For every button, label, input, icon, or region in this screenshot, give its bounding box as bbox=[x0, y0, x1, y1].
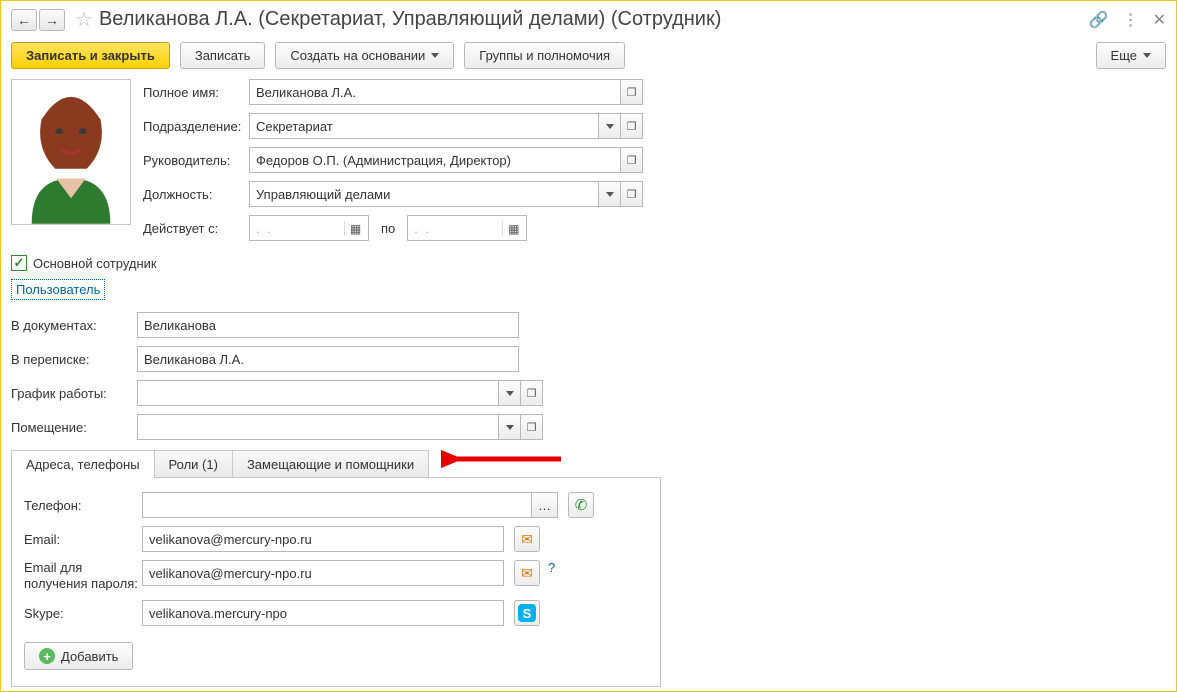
manager-input[interactable] bbox=[249, 147, 621, 173]
email-label: Email: bbox=[24, 532, 142, 547]
more-button[interactable]: Еще bbox=[1096, 42, 1166, 69]
dropdown-button[interactable] bbox=[599, 181, 621, 207]
create-from-button[interactable]: Создать на основании bbox=[275, 42, 454, 69]
chevron-down-icon bbox=[1143, 53, 1151, 58]
dropdown-button[interactable] bbox=[599, 113, 621, 139]
open-button[interactable] bbox=[621, 113, 643, 139]
avatar-placeholder-icon bbox=[12, 80, 130, 224]
date-to-value: . . bbox=[414, 221, 431, 236]
add-label: Добавить bbox=[61, 649, 118, 664]
position-label: Должность: bbox=[143, 187, 249, 202]
phone-input[interactable] bbox=[142, 492, 532, 518]
dropdown-button[interactable] bbox=[499, 380, 521, 406]
tab-addresses[interactable]: Адреса, телефоны bbox=[11, 450, 155, 478]
skype-input[interactable] bbox=[142, 600, 504, 626]
chevron-down-icon bbox=[431, 53, 439, 58]
position-input[interactable] bbox=[249, 181, 599, 207]
kebab-menu-icon[interactable]: ⋮ bbox=[1123, 10, 1139, 30]
in-correspondence-label: В переписке: bbox=[11, 352, 137, 367]
link-icon[interactable]: 🔗 bbox=[1089, 10, 1109, 30]
full-name-label: Полное имя: bbox=[143, 85, 249, 100]
close-icon[interactable]: ✕ bbox=[1153, 10, 1166, 30]
mail-icon: ✉ bbox=[521, 531, 533, 548]
date-to-input[interactable]: . . bbox=[407, 215, 527, 241]
chevron-down-icon bbox=[606, 124, 614, 129]
schedule-input[interactable] bbox=[137, 380, 499, 406]
full-name-input[interactable] bbox=[249, 79, 621, 105]
more-label: Еще bbox=[1111, 48, 1137, 63]
in-correspondence-input[interactable] bbox=[137, 346, 519, 372]
skype-icon: S bbox=[518, 604, 536, 622]
main-employee-checkbox[interactable]: ✓ bbox=[11, 255, 27, 271]
open-button[interactable] bbox=[621, 79, 643, 105]
user-link[interactable]: Пользователь bbox=[11, 279, 105, 300]
help-icon[interactable]: ? bbox=[548, 560, 555, 575]
call-button[interactable]: ✆ bbox=[568, 492, 594, 518]
plus-icon: + bbox=[39, 648, 55, 664]
dropdown-button[interactable] bbox=[499, 414, 521, 440]
create-from-label: Создать на основании bbox=[290, 48, 425, 63]
add-contact-button[interactable]: + Добавить bbox=[24, 642, 133, 670]
email-pwd-input[interactable] bbox=[142, 560, 504, 586]
room-input[interactable] bbox=[137, 414, 499, 440]
phone-more-button[interactable]: … bbox=[532, 492, 558, 518]
page-title: Великанова Л.А. (Секретариат, Управляющи… bbox=[99, 8, 721, 31]
tab-panel-addresses: Телефон: … ✆ Email: ✉ Email для получени… bbox=[11, 477, 661, 687]
tab-roles[interactable]: Роли (1) bbox=[154, 450, 233, 478]
main-employee-label: Основной сотрудник bbox=[33, 256, 157, 271]
chevron-down-icon bbox=[506, 391, 514, 396]
save-button[interactable]: Записать bbox=[180, 42, 266, 69]
room-label: Помещение: bbox=[11, 420, 137, 435]
to-label: по bbox=[381, 221, 395, 236]
department-input[interactable] bbox=[249, 113, 599, 139]
open-button[interactable] bbox=[621, 147, 643, 173]
calendar-icon[interactable] bbox=[502, 221, 526, 236]
phone-label: Телефон: bbox=[24, 498, 142, 513]
in-documents-label: В документах: bbox=[11, 318, 137, 333]
open-button[interactable] bbox=[521, 380, 543, 406]
skype-label: Skype: bbox=[24, 606, 142, 621]
send-email-pwd-button[interactable]: ✉ bbox=[514, 560, 540, 586]
schedule-label: График работы: bbox=[11, 386, 137, 401]
groups-permissions-button[interactable]: Группы и полномочия bbox=[464, 42, 625, 69]
skype-button[interactable]: S bbox=[514, 600, 540, 626]
date-from-input[interactable]: . . bbox=[249, 215, 369, 241]
open-button[interactable] bbox=[621, 181, 643, 207]
chevron-down-icon bbox=[506, 425, 514, 430]
open-button[interactable] bbox=[521, 414, 543, 440]
in-documents-input[interactable] bbox=[137, 312, 519, 338]
avatar[interactable] bbox=[11, 79, 131, 225]
mail-icon: ✉ bbox=[521, 565, 533, 582]
favorite-star-icon[interactable]: ☆ bbox=[75, 7, 93, 32]
nav-back-button[interactable]: ← bbox=[11, 9, 37, 31]
calendar-icon[interactable] bbox=[344, 221, 368, 236]
manager-label: Руководитель: bbox=[143, 153, 249, 168]
chevron-down-icon bbox=[606, 192, 614, 197]
email-input[interactable] bbox=[142, 526, 504, 552]
email-pwd-label: Email для получения пароля: bbox=[24, 560, 142, 592]
nav-forward-button[interactable]: → bbox=[39, 9, 65, 31]
save-and-close-button[interactable]: Записать и закрыть bbox=[11, 42, 170, 69]
date-from-value: . . bbox=[256, 221, 273, 236]
tab-substitutes[interactable]: Замещающие и помощники bbox=[232, 450, 429, 478]
valid-from-label: Действует с: bbox=[143, 221, 249, 236]
phone-icon: ✆ bbox=[575, 496, 588, 514]
department-label: Подразделение: bbox=[143, 119, 249, 134]
send-email-button[interactable]: ✉ bbox=[514, 526, 540, 552]
